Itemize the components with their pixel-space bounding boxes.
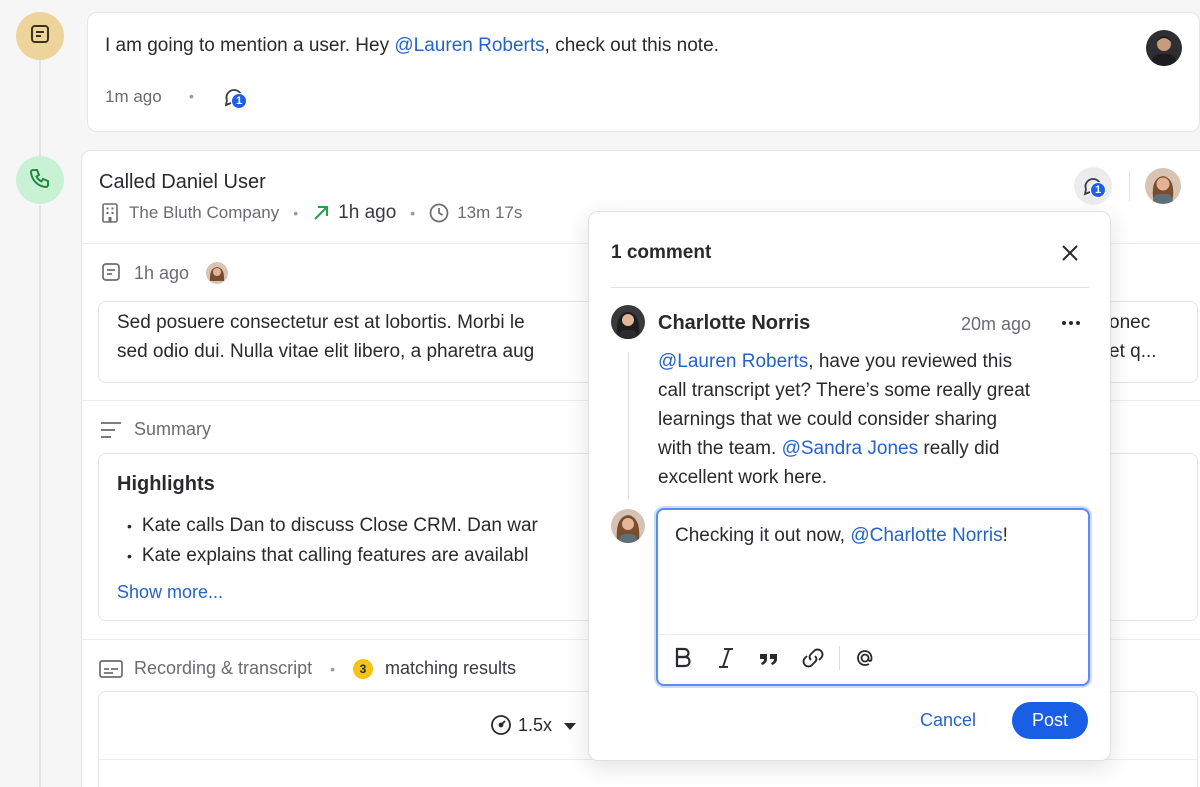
comment-line: learnings that we could consider sharing — [658, 409, 998, 430]
summary-label: Summary — [134, 419, 212, 439]
comment-count-badge: 1 — [1090, 182, 1106, 198]
playback-speed-select[interactable]: 1.5x — [490, 714, 577, 736]
call-meta: The Bluth Company • 1h ago • 13m 17s — [101, 202, 522, 224]
reply-text: Checking it out now, — [675, 525, 851, 546]
toolbar-separator — [839, 646, 840, 670]
link-icon[interactable] — [801, 646, 825, 670]
call-title: Called Daniel User — [99, 171, 266, 193]
matching-label: matching results — [384, 658, 517, 678]
mention-link[interactable]: @Sandra Jones — [782, 438, 919, 459]
mention-link[interactable]: @Lauren Roberts — [394, 35, 544, 56]
note-comments-button[interactable]: 1 — [223, 86, 253, 116]
comment-line: @Lauren Roberts, have you reviewed this — [658, 347, 1030, 376]
note-badge — [16, 12, 64, 60]
user-avatar — [1145, 168, 1181, 204]
reply-input[interactable]: Checking it out now, @Charlotte Norris! — [675, 521, 1008, 550]
quote-icon[interactable] — [758, 646, 780, 670]
comment-count-badge: 1 — [231, 93, 247, 109]
meta-separator: • — [410, 205, 416, 221]
mention-link[interactable]: @Charlotte Norris — [850, 525, 1002, 546]
header-divider — [1129, 171, 1130, 201]
comment-text: really did — [918, 438, 1000, 459]
call-note-line: sed odio dui. Nulla vitae elit libero, a… — [117, 341, 535, 362]
phone-icon — [28, 166, 52, 195]
call-time: 1h ago — [338, 202, 397, 223]
user-avatar — [611, 305, 645, 339]
more-icon — [1059, 320, 1083, 337]
timeline-line — [39, 205, 41, 787]
playback-speed-value: 1.5x — [518, 714, 553, 735]
comment-more-button[interactable] — [1059, 313, 1083, 333]
chevron-down-icon — [564, 715, 577, 736]
comment-body: @Lauren Roberts, have you reviewed this … — [658, 347, 1030, 492]
highlight-item: • Kate calls Dan to discuss Close CRM. Da… — [127, 515, 538, 536]
call-note-text: Sed posuere consectetur est at lobortis.… — [117, 308, 534, 366]
highlight-text: Kate calls Dan to discuss Close CRM. Dan… — [141, 515, 538, 536]
close-icon — [1057, 245, 1083, 270]
transcript-icon — [99, 659, 123, 684]
note-card: I am going to mention a user. Hey @Laure… — [87, 12, 1200, 132]
comment-text: , have you reviewed this — [808, 351, 1013, 372]
highlights-title: Highlights — [117, 473, 215, 495]
note-icon — [28, 22, 52, 51]
highlights-list: • Kate calls Dan to discuss Close CRM. Da… — [127, 511, 538, 571]
meta-separator: • — [293, 205, 299, 221]
meta-separator: • — [330, 660, 335, 677]
comment-line: excellent work here. — [658, 467, 827, 488]
building-icon — [101, 203, 119, 223]
meta-separator: • — [189, 88, 194, 104]
note-icon — [100, 261, 122, 288]
clock-icon — [429, 203, 449, 223]
outbound-arrow-icon — [312, 204, 330, 222]
call-note-line: et q... — [1109, 341, 1157, 362]
call-note-line: onec — [1109, 312, 1151, 333]
call-note-text-right: onec et q... — [1109, 308, 1157, 366]
note-text: I am going to mention a user. Hey @Laure… — [105, 35, 719, 57]
reply-editor[interactable]: Checking it out now, @Charlotte Norris! — [656, 508, 1090, 686]
call-note-time: 1h ago — [134, 263, 190, 283]
comments-popover: 1 comment Charlotte Norris 20m ago @Laur… — [588, 211, 1111, 761]
bold-icon[interactable] — [672, 646, 694, 670]
comment-line: with the team. @Sandra Jones really did — [658, 434, 1030, 463]
timeline-line — [39, 60, 41, 156]
highlight-text: Kate explains that calling features are … — [141, 545, 529, 566]
call-duration: 13m 17s — [457, 203, 523, 222]
post-button[interactable]: Post — [1012, 702, 1088, 739]
user-avatar — [611, 509, 645, 543]
matching-count-badge: 3 — [352, 658, 373, 679]
call-badge — [16, 156, 64, 204]
comment-line: call transcript yet? There’s some really… — [658, 380, 1031, 401]
user-avatar — [1146, 30, 1182, 66]
cancel-button[interactable]: Cancel — [920, 710, 976, 731]
recording-label: Recording & transcript — [134, 658, 313, 678]
summary-icon — [100, 421, 122, 444]
note-time: 1m ago — [105, 87, 162, 106]
thread-line — [628, 352, 629, 499]
show-more-link[interactable]: Show more... — [117, 582, 223, 603]
speed-icon — [490, 714, 512, 736]
comment-text: with the team. — [658, 438, 782, 459]
call-note-line: Sed posuere consectetur est at lobortis.… — [117, 312, 525, 333]
popover-divider — [611, 287, 1089, 288]
call-comments-button[interactable]: 1 — [1074, 167, 1112, 205]
comment-time: 20m ago — [961, 314, 1032, 334]
editor-toolbar-divider — [658, 634, 1088, 635]
user-avatar — [206, 262, 228, 284]
reply-text: ! — [1002, 525, 1008, 546]
italic-icon[interactable] — [715, 646, 737, 670]
popover-title: 1 comment — [611, 242, 712, 263]
mention-icon[interactable] — [854, 646, 876, 670]
highlight-item: • Kate explains that calling features are… — [127, 545, 529, 566]
recording-meta: Recording & transcript • 3 matching resu… — [134, 658, 516, 679]
company-name[interactable]: The Bluth Company — [129, 203, 279, 223]
editor-toolbar — [672, 646, 876, 670]
note-text-part: , check out this note. — [544, 35, 719, 56]
close-button[interactable] — [1057, 240, 1083, 266]
comment-author: Charlotte Norris — [658, 312, 811, 334]
mention-link[interactable]: @Lauren Roberts — [658, 351, 808, 372]
note-text-part: I am going to mention a user. Hey — [105, 35, 395, 56]
